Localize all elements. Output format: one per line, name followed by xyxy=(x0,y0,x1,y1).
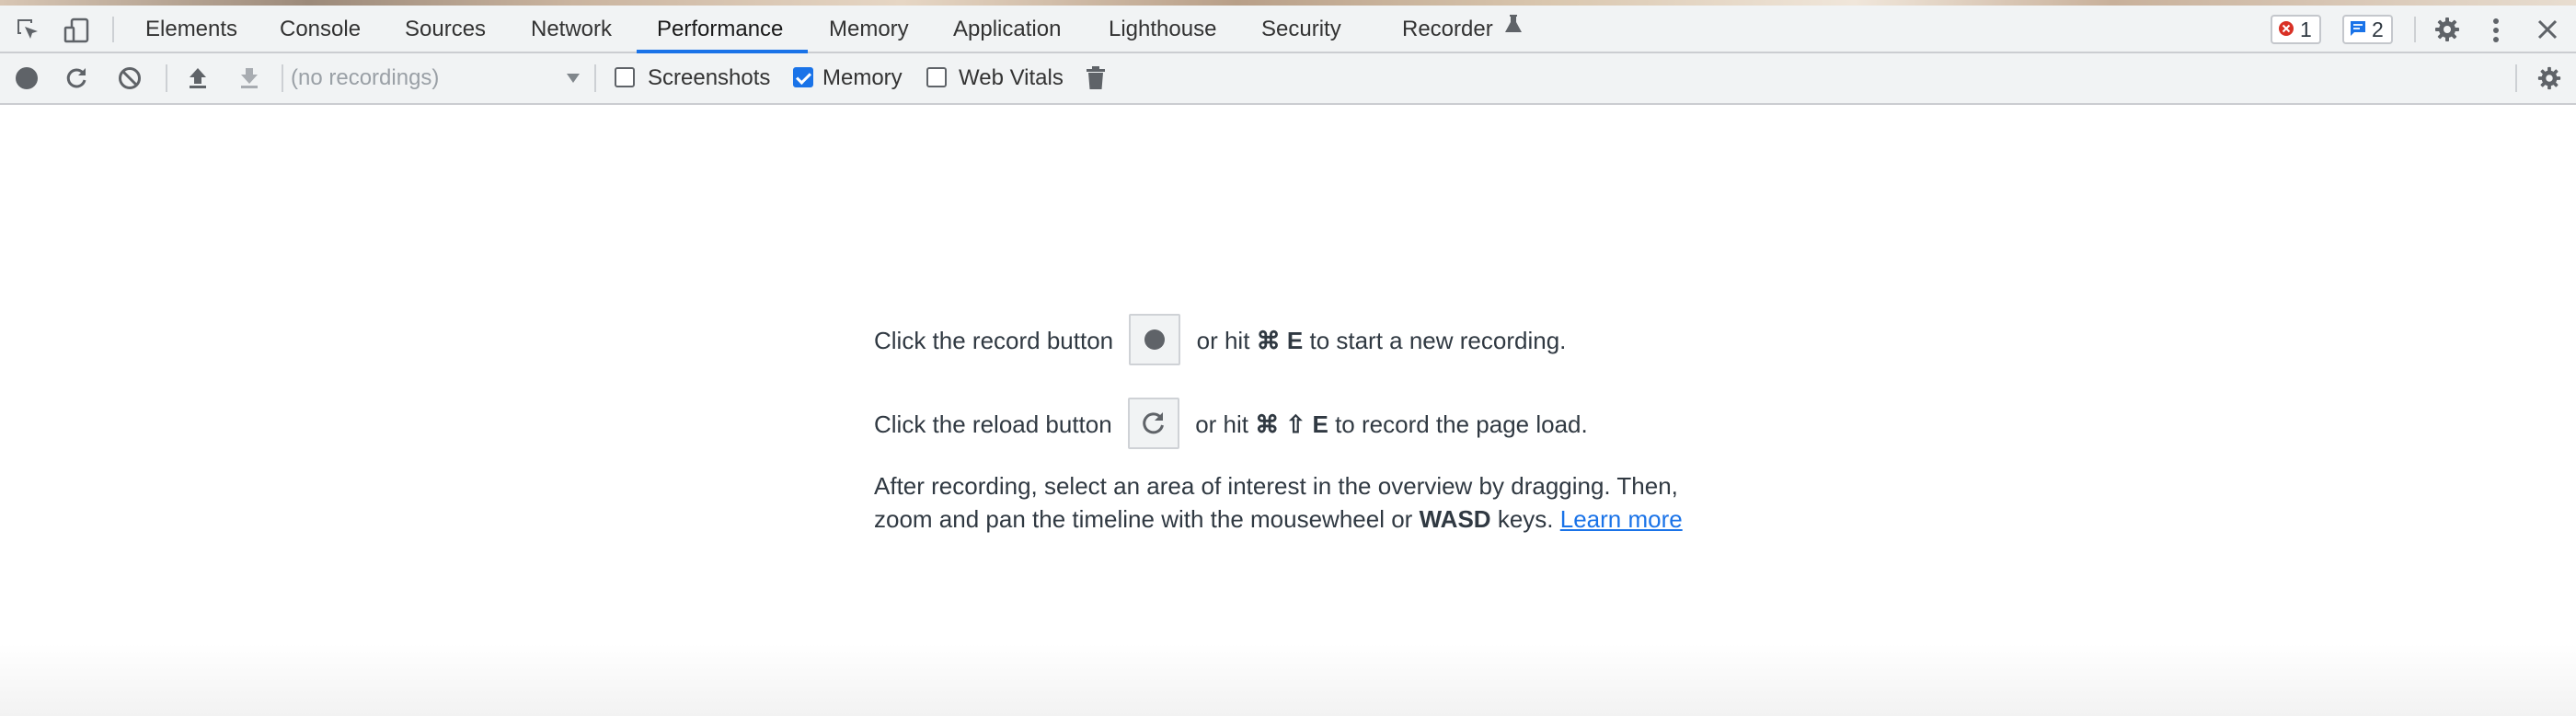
drawer-shadow xyxy=(0,644,2576,716)
navigation-hint: After recording, select an area of inter… xyxy=(874,469,1702,536)
reload-instruction-prefix: Click the reload button xyxy=(874,410,1112,438)
recordings-select[interactable]: (no recordings) xyxy=(291,63,585,94)
clear-icon[interactable] xyxy=(118,66,142,90)
gear-icon[interactable] xyxy=(2433,16,2461,43)
inspect-element-icon[interactable] xyxy=(15,17,42,44)
inline-record-button[interactable] xyxy=(1129,314,1181,366)
kebab-menu-icon[interactable] xyxy=(2490,17,2502,44)
record-icon xyxy=(1144,329,1166,351)
tab-lighthouse[interactable]: Lighthouse xyxy=(1109,6,1216,52)
tab-elements[interactable]: Elements xyxy=(145,6,237,52)
record-instruction: Click the record button or hit ⌘ E to st… xyxy=(874,313,1566,368)
divider xyxy=(2414,17,2416,42)
inline-reload-button[interactable] xyxy=(1127,398,1179,450)
command-key: ⌘ xyxy=(1255,410,1280,438)
errors-badge[interactable]: 1 xyxy=(2271,15,2321,44)
tab-application[interactable]: Application xyxy=(953,6,1061,52)
errors-count: 1 xyxy=(2300,17,2312,41)
hint-text: After recording, select an area of inter… xyxy=(874,472,1678,533)
screenshots-label: Screenshots xyxy=(648,65,771,90)
divider xyxy=(282,64,283,92)
reload-icon[interactable] xyxy=(64,66,88,90)
tab-sources[interactable]: Sources xyxy=(405,6,486,52)
record-instruction-or: or hit xyxy=(1196,327,1250,354)
experiment-flask-icon xyxy=(1504,4,1523,52)
error-circle-icon xyxy=(2278,17,2294,42)
web-vitals-label: Web Vitals xyxy=(959,65,1064,90)
reload-icon xyxy=(1143,412,1164,434)
shift-key: ⇧ xyxy=(1285,410,1306,438)
divider xyxy=(594,64,596,92)
tab-security[interactable]: Security xyxy=(1261,6,1341,52)
save-profile-icon[interactable] xyxy=(237,66,261,90)
screenshots-checkbox[interactable] xyxy=(615,67,635,87)
issues-count: 2 xyxy=(2372,17,2384,41)
reload-shortcut-key: E xyxy=(1312,410,1328,438)
devtools-tab-bar: Elements Console Sources Network Perform… xyxy=(0,6,2576,53)
tab-recorder-label: Recorder xyxy=(1402,17,1493,41)
command-key: ⌘ xyxy=(1256,327,1281,354)
learn-more-link[interactable]: Learn more xyxy=(1560,505,1683,533)
memory-checkbox[interactable] xyxy=(793,67,813,87)
hint-text-end: keys. xyxy=(1497,505,1554,533)
memory-label: Memory xyxy=(822,65,903,90)
recordings-select-value: (no recordings) xyxy=(291,65,440,90)
record-instruction-suffix: to start a new recording. xyxy=(1309,327,1567,354)
performance-toolbar: (no recordings) Screenshots Memory Web V… xyxy=(0,53,2576,105)
trash-icon[interactable] xyxy=(1086,66,1106,90)
record-icon[interactable] xyxy=(15,66,39,90)
record-shortcut-key: E xyxy=(1286,327,1304,354)
web-vitals-checkbox[interactable] xyxy=(926,67,947,87)
divider xyxy=(2515,64,2517,92)
reload-instruction: Click the reload button or hit ⌘ ⇧ E to … xyxy=(874,397,1588,452)
tab-memory[interactable]: Memory xyxy=(829,6,909,52)
close-icon[interactable] xyxy=(2536,18,2559,40)
record-instruction-prefix: Click the record button xyxy=(874,327,1114,354)
capture-settings-gear-icon[interactable] xyxy=(2536,65,2562,91)
reload-instruction-suffix: to record the page load. xyxy=(1335,410,1588,438)
wasd-keys: WASD xyxy=(1419,505,1491,533)
tab-recorder[interactable]: Recorder xyxy=(1402,6,1523,52)
divider xyxy=(112,17,114,42)
issues-badge[interactable]: 2 xyxy=(2342,15,2393,44)
tab-performance[interactable]: Performance xyxy=(657,6,783,52)
tab-network[interactable]: Network xyxy=(531,6,612,52)
chevron-down-icon xyxy=(567,74,580,83)
issue-message-icon xyxy=(2350,17,2366,42)
tab-console[interactable]: Console xyxy=(280,6,361,52)
reload-instruction-or: or hit xyxy=(1195,410,1248,438)
device-toolbar-icon[interactable] xyxy=(63,17,90,44)
load-profile-icon[interactable] xyxy=(186,66,210,90)
divider xyxy=(166,64,167,92)
